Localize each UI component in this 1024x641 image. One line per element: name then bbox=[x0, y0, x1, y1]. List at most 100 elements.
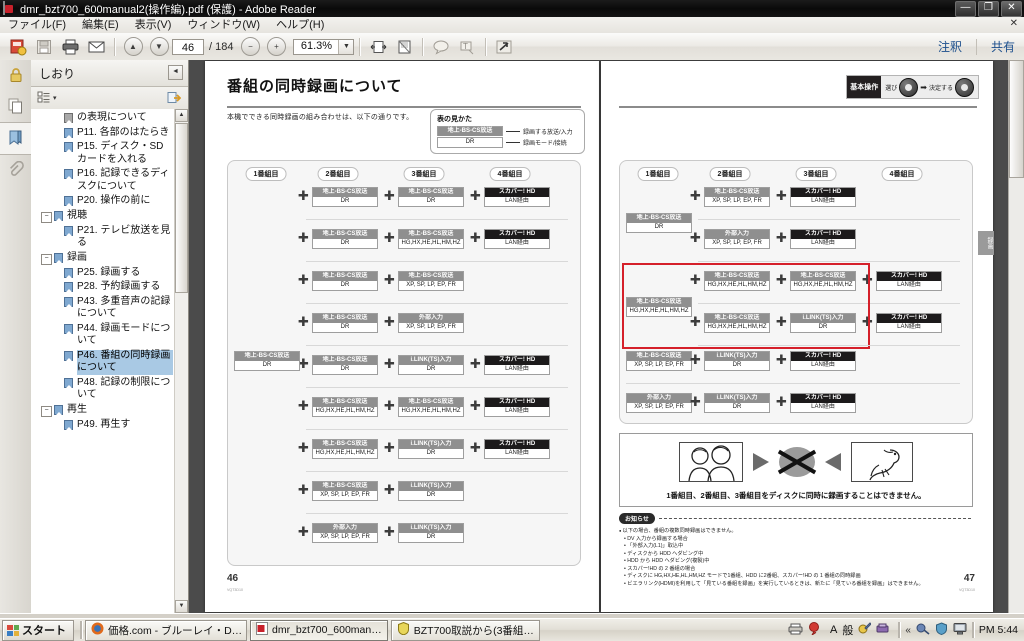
column-header-pill: 2番組目 bbox=[709, 167, 751, 181]
ime-tool-icon[interactable] bbox=[876, 622, 889, 638]
taskbar-clock[interactable]: PM 5:44 bbox=[979, 624, 1018, 636]
bookmark-label: P20. 操作の前に bbox=[77, 195, 151, 206]
scrollbar-thumb[interactable] bbox=[175, 123, 188, 293]
expander-toggle[interactable]: − bbox=[41, 211, 52, 223]
bookmark-item[interactable]: − 視聴 bbox=[31, 209, 175, 224]
next-page-button[interactable]: ▼ bbox=[147, 36, 171, 58]
close-button[interactable]: ✕ bbox=[1001, 1, 1022, 17]
bookmark-item[interactable]: P44. 録画モードについて bbox=[31, 322, 175, 349]
ime-pencil-icon[interactable] bbox=[858, 622, 873, 638]
cell-broadcast-label: スカパー! HD bbox=[791, 394, 855, 403]
page-number-input[interactable]: 46 bbox=[172, 38, 204, 55]
cell-mode-label: HG,HX,HE,HL,HM,HZ bbox=[313, 407, 377, 416]
open-file-icon[interactable] bbox=[6, 36, 30, 58]
menu-help[interactable]: ヘルプ(H) bbox=[268, 18, 332, 33]
ime-indicator[interactable]: A 般 bbox=[826, 622, 893, 638]
minimize-button[interactable]: — bbox=[955, 1, 976, 17]
bookmark-item[interactable]: P21. テレビ放送を見る bbox=[31, 224, 175, 251]
taskbar-item-label: dmr_bzt700_600man… bbox=[272, 624, 382, 636]
fit-width-icon[interactable] bbox=[366, 36, 390, 58]
bookmarks-toolbar: ▾ bbox=[31, 87, 188, 110]
fit-page-icon[interactable] bbox=[392, 36, 416, 58]
comment-icon[interactable] bbox=[429, 36, 453, 58]
bookmarks-scrollbar[interactable]: ▲ ▼ bbox=[174, 109, 188, 613]
save-icon[interactable] bbox=[32, 36, 56, 58]
document-view[interactable]: 番組の同時録画について 本機でできる同時録画の組み合わせは、以下の通りです。 表… bbox=[189, 60, 1024, 613]
bookmark-item[interactable]: P15. ディスク・SD カードを入れる bbox=[31, 140, 175, 167]
zoom-in-button[interactable]: + bbox=[264, 36, 288, 58]
expand-bookmarks-icon[interactable] bbox=[167, 91, 182, 108]
left-arrow-icon bbox=[825, 453, 841, 471]
cell-mode-label: XP, SP, LP, EP, FR bbox=[627, 403, 691, 412]
bookmarks-tree[interactable]: の表現について P11. 各部のはたらき P15. ディスク・SD カードを入れる P… bbox=[31, 109, 188, 613]
expander-toggle[interactable]: − bbox=[41, 405, 52, 417]
bookmark-icon bbox=[64, 282, 74, 293]
cell-broadcast-label: 地上-BS-CS放送 bbox=[313, 398, 377, 407]
fullscreen-icon[interactable] bbox=[492, 36, 516, 58]
menu-edit[interactable]: 編集(E) bbox=[74, 18, 127, 33]
bookmark-item[interactable]: P16. 記録できるディスクについて bbox=[31, 167, 175, 194]
bookmark-label: P11. 各部のはたらき bbox=[77, 126, 170, 138]
network-icon[interactable] bbox=[916, 622, 930, 638]
close-document-button[interactable]: ✕ bbox=[1010, 18, 1018, 29]
balloon-icon[interactable] bbox=[808, 622, 821, 638]
taskbar-item[interactable]: 価格.com - ブルーレイ・D… bbox=[85, 619, 247, 641]
chevron-down-icon[interactable]: ▾ bbox=[53, 94, 57, 102]
dpad-icon-2 bbox=[955, 77, 974, 97]
chevron-down-icon[interactable]: ▼ bbox=[338, 39, 354, 54]
options-list-icon[interactable] bbox=[37, 91, 51, 106]
bookmark-item[interactable]: − 再生 bbox=[31, 403, 175, 418]
document-scrollbar-thumb[interactable] bbox=[1009, 60, 1024, 178]
bookmark-item[interactable]: P48. 記録の制限について bbox=[31, 376, 175, 403]
plus-icon: ✚ bbox=[298, 482, 309, 497]
printer-icon[interactable] bbox=[788, 623, 803, 638]
print-icon[interactable] bbox=[58, 36, 82, 58]
bookmark-icon bbox=[54, 404, 64, 416]
bookmark-item[interactable]: の表現について bbox=[31, 111, 175, 126]
document-scrollbar[interactable] bbox=[1008, 60, 1024, 613]
shield-icon[interactable] bbox=[935, 622, 948, 638]
stamp-icon[interactable]: T bbox=[455, 36, 479, 58]
expander-toggle[interactable]: − bbox=[41, 253, 52, 265]
taskbar-item[interactable]: dmr_bzt700_600man… bbox=[250, 619, 388, 641]
zoom-level-combo[interactable]: 61.3% ▼ bbox=[293, 38, 355, 55]
plus-icon: ✚ bbox=[384, 524, 395, 539]
lock-icon bbox=[8, 66, 24, 86]
bookmark-item[interactable]: P28. 予約録画する bbox=[31, 280, 175, 295]
menu-file[interactable]: ファイル(F) bbox=[0, 18, 74, 33]
previous-page-button[interactable]: ▲ bbox=[121, 36, 145, 58]
menu-view[interactable]: 表示(V) bbox=[127, 18, 180, 33]
bookmark-item[interactable]: P20. 操作の前に bbox=[31, 194, 175, 209]
tray-divider-2 bbox=[971, 622, 974, 638]
share-link[interactable]: 共有 bbox=[977, 38, 1024, 55]
tray-expand-button[interactable]: « bbox=[905, 625, 911, 636]
column-header-pill: 4番組目 bbox=[489, 167, 531, 181]
annotation-link[interactable]: 注釈 bbox=[924, 38, 976, 55]
taskbar-item[interactable]: BZT700取説から(3番組… bbox=[390, 619, 540, 641]
bookmark-item[interactable]: P11. 各部のはたらき bbox=[31, 126, 175, 141]
rail-item-lock[interactable] bbox=[0, 60, 31, 91]
menu-window[interactable]: ウィンドウ(W) bbox=[179, 18, 268, 33]
maximize-button[interactable]: ❐ bbox=[978, 1, 999, 17]
ime-mode-kana[interactable]: 般 bbox=[842, 622, 853, 638]
bookmark-item[interactable]: P43. 多重音声の記録について bbox=[31, 295, 175, 322]
start-button[interactable]: スタート bbox=[2, 619, 74, 641]
bookmark-item[interactable]: P49. 再生す bbox=[31, 418, 175, 433]
scroll-down-button[interactable]: ▼ bbox=[175, 600, 188, 613]
rail-item-attachments[interactable] bbox=[0, 155, 31, 186]
bookmark-item[interactable]: − 録画 bbox=[31, 251, 175, 266]
rail-item-pages[interactable] bbox=[0, 91, 31, 122]
ime-mode-a[interactable]: A bbox=[830, 624, 837, 636]
scroll-up-button[interactable]: ▲ bbox=[175, 109, 188, 122]
zoom-out-button[interactable]: − bbox=[238, 36, 262, 58]
bookmark-item[interactable]: P46. 番組の同時録画について bbox=[31, 349, 175, 376]
rail-item-bookmarks[interactable] bbox=[0, 122, 31, 155]
bookmark-item[interactable]: P25. 録画する bbox=[31, 266, 175, 281]
system-tray: A 般 « PM 5:44 bbox=[788, 619, 1024, 641]
bookmark-icon bbox=[64, 113, 74, 124]
cell-broadcast-label: 地上-BS-CS放送 bbox=[399, 230, 463, 239]
column-header-pill: 1番組目 bbox=[637, 167, 679, 181]
monitor-icon[interactable] bbox=[953, 622, 967, 638]
collapse-panel-button[interactable]: ◄ bbox=[168, 65, 183, 80]
email-icon[interactable] bbox=[84, 36, 108, 58]
